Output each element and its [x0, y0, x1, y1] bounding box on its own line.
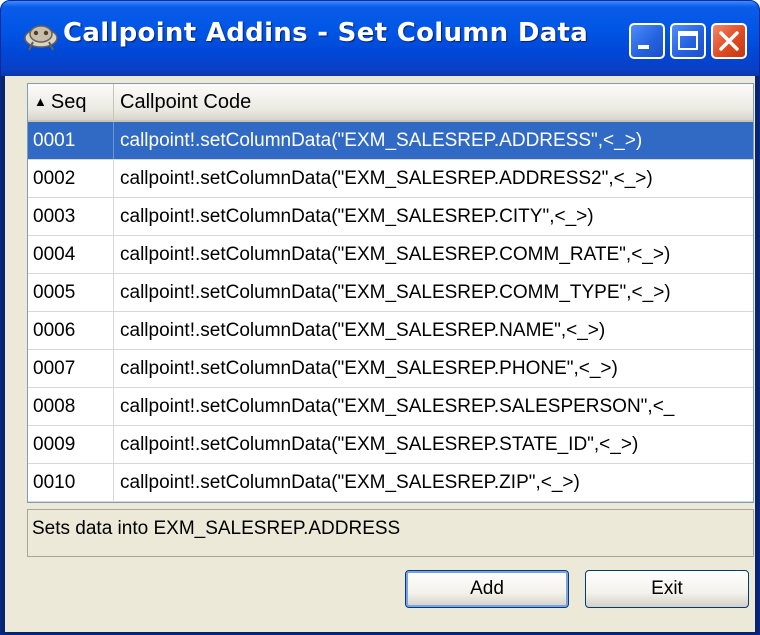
seq-cell: 0004	[28, 236, 114, 273]
seq-cell: 0010	[28, 464, 114, 501]
dialog-client-area: ▲ Seq Callpoint Code 0001 callpoint!.setC…	[5, 76, 755, 632]
title-bar[interactable]: Callpoint Addins - Set Column Data	[1, 1, 759, 76]
dialog-window: Callpoint Addins - Set Column Data ▲ Seq …	[0, 0, 760, 635]
seq-cell: 0007	[28, 350, 114, 387]
table-row[interactable]: 0005 callpoint!.setColumnData("EXM_SALES…	[28, 274, 753, 312]
close-button[interactable]	[711, 23, 747, 59]
window-title: Callpoint Addins - Set Column Data	[63, 18, 589, 48]
column-header-seq[interactable]: ▲ Seq	[28, 84, 114, 120]
code-cell: callpoint!.setColumnData("EXM_SALESREP.C…	[120, 244, 671, 265]
seq-cell: 0002	[28, 160, 114, 197]
column-header-callpoint-code[interactable]: Callpoint Code	[114, 84, 753, 120]
seq-cell: 0005	[28, 274, 114, 311]
code-cell: callpoint!.setColumnData("EXM_SALESREP.C…	[120, 206, 594, 227]
table-row[interactable]: 0007 callpoint!.setColumnData("EXM_SALES…	[28, 350, 753, 388]
code-cell: callpoint!.setColumnData("EXM_SALESREP.Z…	[120, 472, 580, 493]
seq-cell: 0003	[28, 198, 114, 235]
column-header-seq-label: Seq	[50, 91, 87, 113]
callpoint-app-icon	[24, 25, 58, 51]
seq-cell: 0001	[28, 122, 114, 159]
exit-button[interactable]: Exit	[585, 570, 749, 608]
code-cell: callpoint!.setColumnData("EXM_SALESREP.A…	[120, 168, 653, 189]
seq-cell: 0009	[28, 426, 114, 463]
sort-ascending-icon: ▲	[34, 94, 47, 109]
code-cell: callpoint!.setColumnData("EXM_SALESREP.C…	[120, 282, 671, 303]
status-description: Sets data into EXM_SALESREP.ADDRESS	[27, 509, 754, 557]
code-cell: callpoint!.setColumnData("EXM_SALESREP.P…	[120, 358, 618, 379]
table-row[interactable]: 0001 callpoint!.setColumnData("EXM_SALES…	[28, 122, 753, 160]
add-button[interactable]: Add	[405, 570, 569, 608]
table-row[interactable]: 0010 callpoint!.setColumnData("EXM_SALES…	[28, 464, 753, 502]
minimize-icon	[638, 45, 649, 49]
table-row[interactable]: 0009 callpoint!.setColumnData("EXM_SALES…	[28, 426, 753, 464]
table-row[interactable]: 0008 callpoint!.setColumnData("EXM_SALES…	[28, 388, 753, 426]
code-cell: callpoint!.setColumnData("EXM_SALESREP.N…	[120, 320, 606, 341]
minimize-button[interactable]	[629, 23, 665, 59]
callpoint-grid[interactable]: ▲ Seq Callpoint Code 0001 callpoint!.setC…	[27, 83, 754, 503]
code-cell: callpoint!.setColumnData("EXM_SALESREP.S…	[120, 434, 639, 455]
maximize-icon	[678, 31, 698, 50]
seq-cell: 0008	[28, 388, 114, 425]
table-row[interactable]: 0003 callpoint!.setColumnData("EXM_SALES…	[28, 198, 753, 236]
maximize-button[interactable]	[670, 23, 706, 59]
close-icon	[719, 31, 739, 51]
table-row[interactable]: 0002 callpoint!.setColumnData("EXM_SALES…	[28, 160, 753, 198]
code-cell: callpoint!.setColumnData("EXM_SALESREP.A…	[120, 130, 643, 151]
table-row[interactable]: 0006 callpoint!.setColumnData("EXM_SALES…	[28, 312, 753, 350]
grid-header: ▲ Seq Callpoint Code	[28, 84, 753, 122]
code-cell: callpoint!.setColumnData("EXM_SALESREP.S…	[120, 396, 675, 417]
seq-cell: 0006	[28, 312, 114, 349]
table-row[interactable]: 0004 callpoint!.setColumnData("EXM_SALES…	[28, 236, 753, 274]
